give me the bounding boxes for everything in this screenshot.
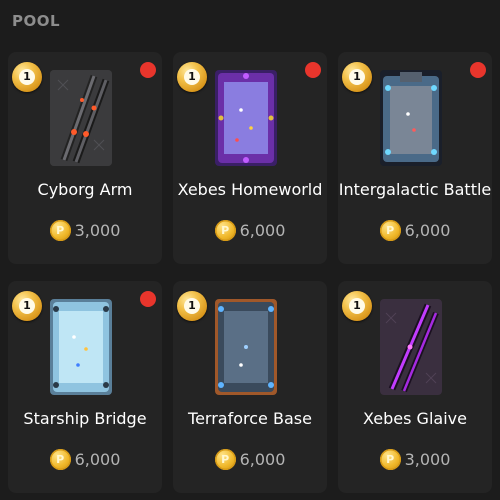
cyborg-arm-cue-icon xyxy=(50,70,112,166)
pool-ball-icon: 1 xyxy=(12,291,42,321)
new-indicator-dot xyxy=(140,291,156,307)
item-name: Intergalactic Battle xyxy=(338,180,492,199)
pool-ball-icon: 1 xyxy=(177,62,207,92)
terraforce-base-table-icon xyxy=(215,299,277,395)
price-row: P 6,000 xyxy=(8,449,162,470)
item-grid: 1 Cyborg Arm P 3,000 1 Xebes Homeworld P… xyxy=(0,0,500,500)
coin-icon: P xyxy=(214,449,236,470)
item-name: Terraforce Base xyxy=(188,409,312,428)
ball-number: 1 xyxy=(184,69,200,85)
ball-number: 1 xyxy=(349,298,365,314)
pool-ball-icon: 1 xyxy=(342,291,372,321)
ball-number: 1 xyxy=(19,298,35,314)
coin-icon: P xyxy=(49,449,71,470)
price-row: P 6,000 xyxy=(338,220,492,241)
intergalactic-battle-table-icon xyxy=(380,70,442,166)
item-name: Xebes Glaive xyxy=(363,409,467,428)
item-price: 3,000 xyxy=(74,221,121,240)
coin-icon: P xyxy=(49,220,71,241)
price-row: P 6,000 xyxy=(173,449,327,470)
item-price: 6,000 xyxy=(74,450,121,469)
ball-number: 1 xyxy=(349,69,365,85)
pool-ball-icon: 1 xyxy=(177,291,207,321)
new-indicator-dot xyxy=(470,62,486,78)
item-price: 6,000 xyxy=(404,221,451,240)
price-row: P 3,000 xyxy=(338,449,492,470)
item-price: 6,000 xyxy=(239,221,286,240)
price-row: P 6,000 xyxy=(173,220,327,241)
item-name: Starship Bridge xyxy=(23,409,147,428)
pool-ball-icon: 1 xyxy=(342,62,372,92)
item-card-xebes-glaive[interactable]: 1 Xebes Glaive P 3,000 xyxy=(338,281,492,493)
item-name: Xebes Homeworld xyxy=(177,180,323,199)
item-price: 3,000 xyxy=(404,450,451,469)
ball-number: 1 xyxy=(184,298,200,314)
ball-number: 1 xyxy=(19,69,35,85)
price-row: P 3,000 xyxy=(8,220,162,241)
item-name: Cyborg Arm xyxy=(37,180,133,199)
new-indicator-dot xyxy=(305,62,321,78)
item-card-terraforce-base[interactable]: 1 Terraforce Base P 6,000 xyxy=(173,281,327,493)
coin-icon: P xyxy=(379,220,401,241)
new-indicator-dot xyxy=(140,62,156,78)
item-card-intergalactic-battle[interactable]: 1 Intergalactic Battle P 6,000 xyxy=(338,52,492,264)
coin-icon: P xyxy=(214,220,236,241)
coin-icon: P xyxy=(379,449,401,470)
xebes-homeworld-table-icon xyxy=(215,70,277,166)
item-card-cyborg-arm[interactable]: 1 Cyborg Arm P 3,000 xyxy=(8,52,162,264)
item-price: 6,000 xyxy=(239,450,286,469)
starship-bridge-table-icon xyxy=(50,299,112,395)
xebes-glaive-cue-icon xyxy=(380,299,442,395)
item-card-xebes-homeworld[interactable]: 1 Xebes Homeworld P 6,000 xyxy=(173,52,327,264)
item-card-starship-bridge[interactable]: 1 Starship Bridge P 6,000 xyxy=(8,281,162,493)
pool-ball-icon: 1 xyxy=(12,62,42,92)
